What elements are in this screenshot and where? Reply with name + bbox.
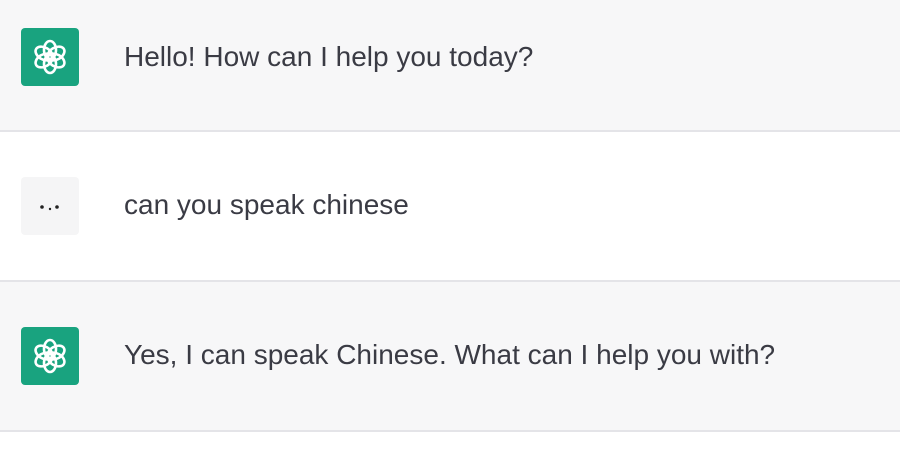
openai-logo-icon bbox=[34, 39, 66, 75]
chat-bottom-area bbox=[0, 432, 900, 472]
openai-logo-icon bbox=[21, 28, 79, 86]
openai-logo-icon bbox=[21, 327, 79, 385]
openai-logo-icon bbox=[34, 338, 66, 374]
assistant-message-row: Yes, I can speak Chinese. What can I hel… bbox=[0, 282, 900, 432]
user-avatar-icon bbox=[40, 205, 59, 211]
assistant-message-text: Hello! How can I help you today? bbox=[124, 41, 534, 72]
assistant-message-text: Yes, I can speak Chinese. What can I hel… bbox=[124, 339, 776, 370]
user-message-row: can you speak chinese bbox=[0, 132, 900, 282]
chat-thread: Hello! How can I help you today? can you… bbox=[0, 0, 900, 472]
user-avatar-icon bbox=[21, 177, 79, 235]
user-message-text: can you speak chinese bbox=[124, 189, 409, 220]
assistant-message-row: Hello! How can I help you today? bbox=[0, 0, 900, 132]
